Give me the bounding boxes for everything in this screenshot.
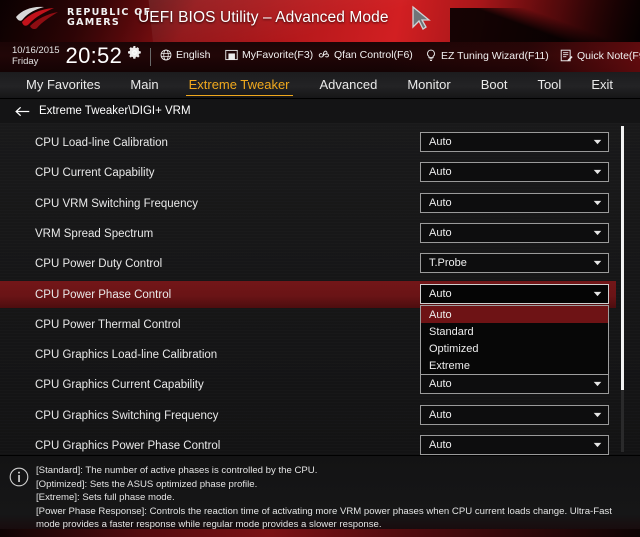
setting-dropdown-cpu-power-phase-control[interactable]: Auto (420, 284, 609, 304)
toolbar-item-myfavorite[interactable]: MyFavorite(F3) (225, 49, 313, 61)
dropdown-value: Auto (429, 439, 452, 451)
chevron-down-icon (593, 139, 602, 145)
help-line-extreme: [Extreme]: Sets full phase mode. (36, 492, 175, 504)
dropdown-option-extreme[interactable]: Extreme (421, 357, 608, 374)
dropdown-value: T.Probe (429, 257, 467, 269)
mouse-cursor-arrow-icon (412, 5, 431, 30)
dropdown-option-standard[interactable]: Standard (421, 323, 608, 340)
breadcrumb: Extreme Tweaker\DIGI+ VRM (0, 99, 640, 123)
dropdown-value: Auto (429, 227, 452, 239)
setting-dropdown-vrm-spread-spectrum[interactable]: Auto (420, 223, 609, 243)
dropdown-value: Auto (429, 378, 452, 390)
help-line-optimized: [Optimized]: Sets the ASUS optimized pha… (36, 478, 258, 490)
dropdown-value: Auto (429, 166, 452, 178)
setting-dropdown-cpu-vrm-switching-frequency[interactable]: Auto (420, 193, 609, 213)
toolbar-label-english: English (176, 49, 211, 61)
dropdown-value: Auto (429, 409, 452, 421)
setting-dropdown-cpu-graphics-current-capability[interactable]: Auto (420, 374, 609, 394)
help-line-standard: [Standard]: The number of active phases … (36, 465, 318, 476)
chevron-down-icon (593, 260, 602, 266)
gear-icon[interactable] (128, 46, 141, 59)
chevron-down-icon (593, 412, 602, 418)
toolbar-item-quick-note[interactable]: Quick Note(F9) (560, 49, 640, 62)
dropdown-value: Auto (429, 136, 452, 148)
toolbar-item-qfan-control[interactable]: Qfan Control(F6) (317, 49, 413, 61)
tab-tool[interactable]: Tool (535, 72, 563, 98)
info-icon (9, 467, 29, 487)
day-text: Friday (12, 55, 39, 67)
info-toolbar: 10/16/2015 Friday 20:52 English MyFavori… (0, 42, 640, 72)
note-icon (560, 49, 573, 62)
setting-label: CPU Graphics Load-line Calibration (35, 348, 218, 361)
tab-advanced[interactable]: Advanced (318, 72, 380, 98)
setting-label: CPU VRM Switching Frequency (35, 197, 198, 210)
title-banner: REPUBLIC OF GAMERS UEFI BIOS Utility – A… (0, 0, 640, 42)
setting-label: CPU Current Capability (35, 166, 155, 179)
dropdown-value: Auto (429, 288, 452, 300)
setting-dropdown-cpu-current-capability[interactable]: Auto (420, 162, 609, 182)
toolbar-label-qfan-control: Qfan Control(F6) (334, 49, 413, 61)
back-arrow-icon[interactable] (15, 106, 30, 117)
tab-boot[interactable]: Boot (479, 72, 510, 98)
setting-label: CPU Graphics Power Phase Control (35, 439, 221, 452)
settings-list: CPU Load-line Calibration Auto CPU Curre… (0, 123, 640, 455)
toolbar-label-quick-note: Quick Note(F9) (577, 49, 640, 62)
globe-icon (160, 49, 172, 61)
scrollbar-thumb[interactable] (621, 126, 624, 390)
setting-label: CPU Graphics Current Capability (35, 378, 204, 391)
setting-label: CPU Power Phase Control (35, 288, 172, 301)
setting-label: CPU Power Duty Control (35, 257, 163, 270)
chevron-down-icon (593, 200, 602, 206)
setting-dropdown-cpu-load-line-calibration[interactable]: Auto (420, 132, 609, 152)
setting-label: CPU Graphics Switching Frequency (35, 409, 219, 422)
help-panel: [Standard]: The number of active phases … (0, 455, 640, 537)
chevron-down-icon (593, 291, 602, 297)
dropdown-option-auto[interactable]: Auto (421, 306, 608, 323)
tab-monitor[interactable]: Monitor (405, 72, 452, 98)
main-menu-bar: My Favorites Main Extreme Tweaker Advanc… (0, 72, 640, 99)
favorite-icon (225, 49, 238, 61)
setting-dropdown-cpu-power-duty-control[interactable]: T.Probe (420, 253, 609, 273)
lightbulb-icon (427, 49, 435, 61)
chevron-down-icon (593, 381, 602, 387)
rog-eye-logo-icon (16, 6, 58, 30)
setting-label: VRM Spread Spectrum (35, 227, 154, 240)
help-line-power-response: [Power Phase Response]: Controls the rea… (36, 505, 612, 531)
clock-text: 20:52 (65, 43, 123, 68)
tab-exit[interactable]: Exit (589, 72, 615, 98)
chevron-down-icon (593, 442, 602, 448)
toolbar-item-english[interactable]: English (160, 49, 210, 61)
toolbar-label-myfavorite: MyFavorite(F3) (242, 49, 314, 61)
setting-label: CPU Load-line Calibration (35, 136, 168, 149)
toolbar-item-ez-tuning-wizard[interactable]: EZ Tuning Wizard(F11) (425, 49, 549, 62)
setting-label: CPU Power Thermal Control (35, 318, 181, 331)
chevron-down-icon (593, 230, 602, 236)
dropdown-option-optimized[interactable]: Optimized (421, 340, 608, 357)
tab-main[interactable]: Main (128, 72, 160, 98)
fan-icon (318, 50, 329, 58)
chevron-down-icon (593, 169, 602, 175)
rog-logo: REPUBLIC OF GAMERS (14, 5, 151, 31)
setting-dropdown-cpu-graphics-switching-frequency[interactable]: Auto (420, 405, 609, 425)
breadcrumb-path: Extreme Tweaker\DIGI+ VRM (39, 105, 191, 117)
vertical-divider (150, 48, 151, 66)
dropdown-option-list[interactable]: Auto Standard Optimized Extreme (420, 305, 609, 375)
app-title: UEFI BIOS Utility – Advanced Mode (138, 9, 389, 26)
help-text-block: [Standard]: The number of active phases … (36, 464, 636, 532)
tab-extreme-tweaker[interactable]: Extreme Tweaker (185, 72, 293, 98)
dropdown-value: Auto (429, 197, 452, 209)
tab-my-favorites[interactable]: My Favorites (24, 72, 102, 98)
datetime-display: 10/16/2015 Friday 20:52 (12, 43, 141, 67)
setting-dropdown-cpu-graphics-power-phase-control[interactable]: Auto (420, 435, 609, 455)
toolbar-label-ez-tuning-wizard: EZ Tuning Wizard(F11) (441, 49, 549, 62)
